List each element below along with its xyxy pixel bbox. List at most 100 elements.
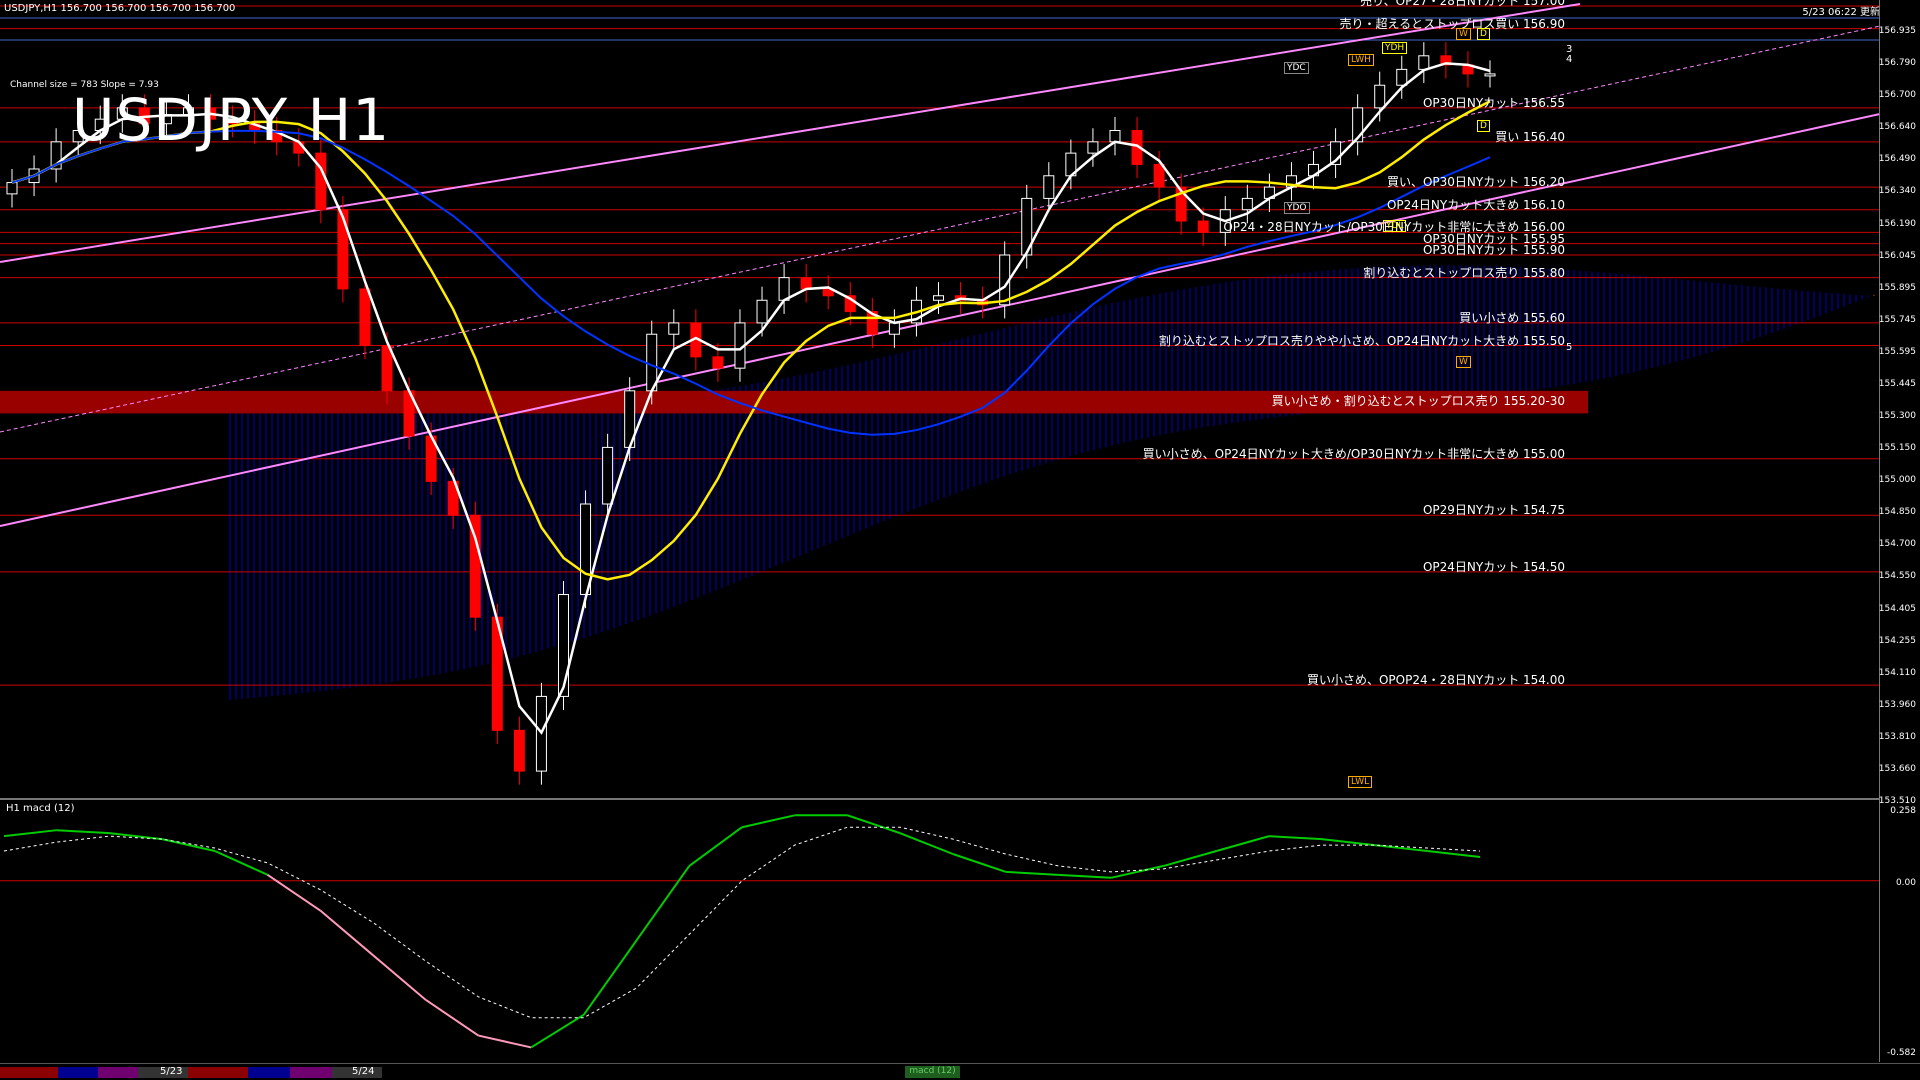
candle bbox=[1197, 220, 1209, 233]
macd-line-segment bbox=[688, 826, 743, 867]
bar-seg bbox=[98, 1067, 138, 1078]
level-label: 売り、OP27・28日NYカット 157.00 bbox=[1360, 0, 1565, 8]
symbol-info: USDJPY,H1 156.700 156.700 156.700 156.70… bbox=[4, 3, 236, 14]
macd-line-segment bbox=[1216, 835, 1270, 852]
tag-ydh: YDH bbox=[1382, 42, 1408, 54]
macd-tick-label: 0.258 bbox=[1890, 806, 1916, 816]
candle bbox=[337, 209, 349, 290]
price-tick-label: 155.300 bbox=[1878, 411, 1916, 421]
macd-line-segment bbox=[161, 838, 216, 852]
price-tick-label: 156.790 bbox=[1878, 58, 1916, 69]
price-tick-label: 153.660 bbox=[1878, 763, 1916, 774]
candle bbox=[1087, 141, 1099, 154]
price-tick-label: 154.550 bbox=[1878, 571, 1916, 582]
candle bbox=[1241, 197, 1253, 211]
macd-line-segment bbox=[425, 999, 479, 1037]
tag-w2: W bbox=[1456, 356, 1471, 368]
level-label: 割り込むとストップロス売りやや小さめ、OP24日NYカット大きめ 155.50 bbox=[1158, 333, 1565, 348]
candle bbox=[756, 299, 768, 324]
level-label: 買い小さめ、OPOP24・28日NYカット 154.00 bbox=[1306, 673, 1565, 688]
macd-line-segment bbox=[1110, 864, 1164, 879]
level-label: OP29日NYカット 154.75 bbox=[1422, 503, 1565, 518]
macd-line-segment bbox=[267, 874, 321, 912]
macd-line-segment bbox=[3, 829, 57, 838]
macd-line-segment bbox=[372, 954, 427, 1001]
update-time: 5/23 06:22 更新 bbox=[1802, 7, 1880, 18]
candle bbox=[1418, 55, 1430, 70]
panel-separator[interactable] bbox=[0, 798, 1880, 800]
macd-line-segment bbox=[847, 814, 901, 835]
price-tick-label: 155.895 bbox=[1878, 282, 1916, 293]
tag-ydl: YDL bbox=[1383, 220, 1407, 232]
macd-line-segment bbox=[56, 829, 110, 835]
candle bbox=[513, 729, 525, 772]
candle bbox=[933, 295, 945, 301]
macd-line-segment bbox=[583, 939, 638, 1016]
price-axis: 156.935 156.790 156.700 156.640 156.490 156.3… bbox=[1879, 0, 1920, 1062]
macd-line-segment bbox=[478, 1034, 532, 1049]
price-tick-label: 155.445 bbox=[1878, 378, 1916, 389]
level-label: 買い、OP30日NYカット 156.20 bbox=[1386, 175, 1565, 190]
candle bbox=[1484, 73, 1496, 77]
tag-ydc: YDC bbox=[1284, 62, 1309, 74]
price-tick-label: 156.190 bbox=[1878, 218, 1916, 229]
marker-5: 5 bbox=[1566, 342, 1573, 353]
price-tick-label: 156.935 bbox=[1878, 26, 1916, 36]
macd-chart[interactable] bbox=[0, 800, 1880, 1062]
price-tick-label: 156.340 bbox=[1878, 186, 1916, 197]
tag-d: D bbox=[1477, 28, 1490, 40]
macd-line-segment bbox=[1427, 850, 1481, 858]
tag-d2: D bbox=[1477, 120, 1490, 132]
candle bbox=[557, 594, 569, 697]
price-tick-label: 153.960 bbox=[1878, 699, 1916, 710]
tag-lwh: LWH bbox=[1348, 54, 1374, 66]
price-tick-label: 154.405 bbox=[1878, 603, 1916, 614]
candle bbox=[6, 182, 18, 195]
bar-seg bbox=[290, 1067, 332, 1078]
chart-title: USDJPY H1 bbox=[72, 86, 391, 154]
macd-line-segment bbox=[952, 853, 1006, 873]
level-label: 買い小さめ 155.60 bbox=[1459, 310, 1565, 325]
candle bbox=[359, 288, 371, 347]
bar-seg bbox=[0, 1067, 58, 1078]
level-label: 買い 156.40 bbox=[1495, 129, 1565, 144]
marker-4: 4 bbox=[1566, 54, 1573, 65]
level-label: OP30日NYカット 155.90 bbox=[1422, 242, 1565, 257]
price-tick-label: 154.255 bbox=[1878, 635, 1916, 646]
price-tick-label: 156.045 bbox=[1878, 250, 1916, 261]
candle bbox=[1153, 163, 1165, 188]
macd-tab[interactable]: macd (12) bbox=[905, 1066, 960, 1078]
level-label: 売り・超えるとストップロス買い 156.90 bbox=[1339, 16, 1565, 31]
price-tick-label: 156.640 bbox=[1878, 122, 1916, 133]
zone-label: 買い小さめ・割り込むとストップロス売り 155.20-30 bbox=[1271, 393, 1565, 408]
candle bbox=[778, 277, 790, 301]
bar-seg bbox=[248, 1067, 290, 1078]
macd-tick-label: 0.00 bbox=[1895, 878, 1916, 888]
macd-line-segment bbox=[214, 850, 268, 876]
price-tick-label: 154.700 bbox=[1878, 539, 1916, 550]
macd-line-segment bbox=[1321, 838, 1375, 847]
candle bbox=[1109, 129, 1121, 143]
level-label: OP24日NYカット大きめ 156.10 bbox=[1386, 197, 1565, 212]
candle bbox=[602, 446, 614, 505]
tag-ydo: YDO bbox=[1284, 202, 1310, 214]
price-tick-label: 156.700 bbox=[1878, 90, 1916, 101]
bar-seg bbox=[188, 1067, 248, 1078]
level-label: 割り込むとストップロス売り 155.80 bbox=[1363, 265, 1565, 280]
candle bbox=[1374, 84, 1386, 109]
candle bbox=[1043, 175, 1055, 199]
bar-seg bbox=[58, 1067, 98, 1078]
candle bbox=[888, 322, 900, 335]
price-tick-label: 153.510 bbox=[1878, 796, 1916, 806]
price-tick-label: 153.810 bbox=[1878, 731, 1916, 742]
date-label-1: 5/23 bbox=[160, 1066, 183, 1077]
date-label-2: 5/24 bbox=[352, 1066, 375, 1077]
level-label: OP24日NYカット 154.50 bbox=[1422, 559, 1565, 574]
macd-tick-label: -0.582 bbox=[1886, 1048, 1916, 1058]
price-tick-label: 155.000 bbox=[1878, 475, 1916, 486]
candle bbox=[712, 356, 724, 369]
price-tick-label: 155.150 bbox=[1878, 443, 1916, 454]
bottom-bar: 5/23 5/24 macd (12) bbox=[0, 1063, 1920, 1080]
price-tick-label: 156.490 bbox=[1878, 154, 1916, 165]
macd-line-segment bbox=[1005, 870, 1059, 876]
